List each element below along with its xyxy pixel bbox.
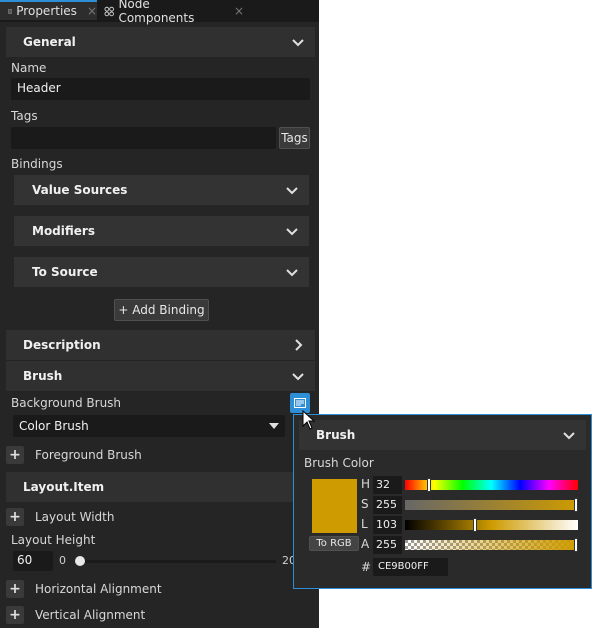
- chevron-down-icon: [563, 432, 575, 440]
- layout-height-slider-thumb[interactable]: [75, 556, 85, 566]
- hue-input[interactable]: 32: [373, 476, 402, 494]
- tab-node-components-label: Node Components: [118, 0, 195, 25]
- properties-panel: Properties × Node Components × General N…: [0, 0, 319, 628]
- saturation-label: S: [361, 497, 369, 511]
- close-icon[interactable]: ×: [234, 4, 244, 18]
- tags-button[interactable]: Tags: [279, 127, 310, 149]
- hex-input[interactable]: CE9B00FF: [373, 558, 448, 576]
- hue-slider-thumb[interactable]: [426, 478, 431, 492]
- node-components-icon: [104, 6, 114, 16]
- layout-item-title: Layout.Item: [23, 480, 105, 494]
- slider-min-label: 0: [59, 554, 66, 567]
- close-icon[interactable]: ×: [87, 4, 97, 18]
- tab-properties[interactable]: Properties ×: [0, 0, 97, 20]
- background-brush-label: Background Brush: [11, 396, 122, 410]
- tab-node-components[interactable]: Node Components ×: [104, 0, 244, 25]
- general-section-header[interactable]: General: [6, 27, 315, 57]
- alpha-input[interactable]: 255: [373, 536, 402, 554]
- layout-height-input[interactable]: 60: [13, 551, 53, 571]
- layout-height-slider-track[interactable]: [80, 560, 276, 563]
- chevron-right-icon: [295, 339, 303, 351]
- modifiers-title: Modifiers: [32, 224, 95, 238]
- add-horizontal-alignment-button[interactable]: +: [6, 580, 24, 598]
- caret-down-icon: [269, 423, 279, 429]
- chevron-down-icon: [286, 228, 298, 236]
- add-vertical-alignment-button[interactable]: +: [6, 606, 24, 624]
- lightness-label: L: [361, 517, 368, 531]
- saturation-input[interactable]: 255: [373, 496, 402, 514]
- modifiers-header[interactable]: Modifiers: [14, 216, 309, 246]
- value-sources-header[interactable]: Value Sources: [14, 175, 309, 205]
- brush-section-header[interactable]: Brush: [6, 361, 315, 391]
- vertical-alignment-label: Vertical Alignment: [35, 608, 146, 622]
- name-field[interactable]: Header: [11, 78, 310, 100]
- lightness-slider-thumb[interactable]: [472, 518, 477, 532]
- tab-properties-label: Properties: [16, 4, 77, 18]
- general-title: General: [23, 35, 76, 49]
- to-source-title: To Source: [32, 265, 98, 279]
- popup-brush-title: Brush: [316, 428, 356, 442]
- description-title: Description: [23, 338, 101, 352]
- lightness-input[interactable]: 103: [373, 516, 402, 534]
- background-brush-value: Color Brush: [19, 419, 89, 433]
- to-source-header[interactable]: To Source: [14, 257, 309, 287]
- brush-title: Brush: [23, 369, 63, 383]
- tags-field[interactable]: [11, 127, 276, 149]
- tab-bar: Properties × Node Components ×: [0, 0, 319, 25]
- horizontal-alignment-label: Horizontal Alignment: [35, 582, 162, 596]
- saturation-slider-thumb[interactable]: [574, 498, 578, 512]
- bindings-label: Bindings: [11, 157, 63, 171]
- layout-height-label: Layout Height: [11, 533, 96, 547]
- alpha-slider[interactable]: [405, 540, 578, 550]
- brush-color-popup: Brush Brush Color H 32 S 255 L 103 A 255…: [293, 414, 592, 589]
- saturation-slider[interactable]: [405, 500, 578, 510]
- description-section-header[interactable]: Description: [6, 330, 315, 360]
- mouse-cursor-icon: [302, 410, 316, 430]
- brush-color-label: Brush Color: [304, 456, 374, 470]
- chevron-down-icon: [286, 269, 298, 277]
- lightness-slider[interactable]: [405, 520, 578, 530]
- add-foreground-brush-button[interactable]: +: [6, 446, 24, 464]
- layout-width-label: Layout Width: [35, 510, 115, 524]
- foreground-brush-label: Foreground Brush: [35, 448, 142, 462]
- properties-icon: [8, 9, 13, 13]
- add-layout-width-button[interactable]: +: [6, 508, 24, 526]
- chevron-down-icon: [292, 39, 304, 47]
- hue-label: H: [361, 477, 371, 491]
- chevron-down-icon: [286, 187, 298, 195]
- hex-hash-label: #: [361, 560, 372, 574]
- name-label: Name: [11, 61, 47, 75]
- chevron-down-icon: [292, 373, 304, 381]
- alpha-slider-thumb[interactable]: [574, 538, 578, 552]
- add-binding-button[interactable]: + Add Binding: [114, 299, 209, 321]
- alpha-label: A: [361, 537, 370, 551]
- brush-editor-icon: [294, 398, 306, 408]
- background-brush-dropdown[interactable]: Color Brush: [13, 415, 285, 437]
- popup-brush-header[interactable]: Brush: [299, 420, 586, 450]
- layout-item-section-header[interactable]: Layout.Item: [6, 472, 315, 502]
- tags-label: Tags: [11, 109, 38, 123]
- to-rgb-button[interactable]: To RGB: [309, 536, 359, 551]
- color-swatch[interactable]: [312, 479, 357, 533]
- value-sources-title: Value Sources: [32, 183, 128, 197]
